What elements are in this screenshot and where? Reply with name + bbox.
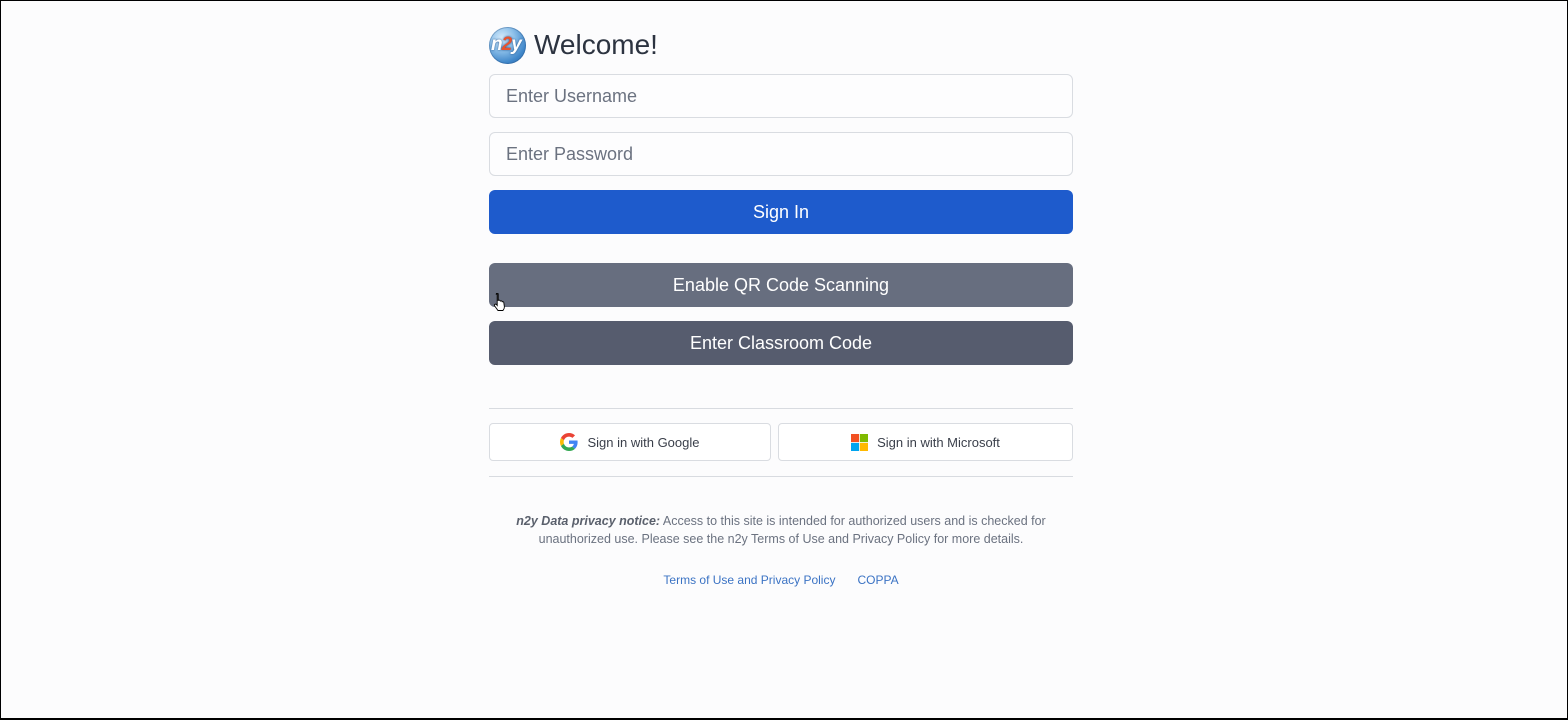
username-input[interactable]: [489, 74, 1073, 118]
microsoft-button-label: Sign in with Microsoft: [877, 434, 1000, 450]
enter-classroom-code-button[interactable]: Enter Classroom Code: [489, 321, 1073, 365]
terms-of-use-link[interactable]: Terms of Use and Privacy Policy: [663, 573, 835, 587]
password-input[interactable]: [489, 132, 1073, 176]
google-icon: [560, 433, 579, 451]
n2y-logo: n2y: [489, 26, 526, 64]
hand-cursor-icon: [494, 293, 505, 311]
logo-letter-n: n: [491, 33, 503, 55]
divider-bottom: [489, 476, 1073, 477]
page-title: Welcome!: [534, 29, 658, 60]
microsoft-icon: [851, 433, 869, 451]
logo-text: n2y: [491, 33, 522, 56]
sign-in-with-microsoft-button[interactable]: Sign in with Microsoft: [778, 423, 1073, 461]
divider-top: [489, 408, 1073, 409]
privacy-notice: n2y Data privacy notice: Access to this …: [489, 512, 1073, 548]
sign-in-button[interactable]: Sign In: [489, 190, 1073, 234]
enable-qr-code-scanning-button[interactable]: Enable QR Code Scanning: [489, 263, 1073, 307]
coppa-link[interactable]: COPPA: [857, 573, 898, 587]
logo-letter-y: y: [511, 33, 522, 55]
sign-in-with-google-button[interactable]: Sign in with Google: [489, 423, 771, 461]
privacy-notice-heading: n2y Data privacy notice:: [516, 514, 661, 528]
footer-links: Terms of Use and Privacy Policy COPPA: [489, 573, 1073, 587]
logo-letter-2: 2: [501, 33, 513, 55]
google-button-label: Sign in with Google: [587, 434, 700, 450]
login-header: n2y Welcome!: [489, 26, 658, 64]
page: n2y Welcome! Sign In Enable QR Code Scan…: [1, 1, 1567, 718]
